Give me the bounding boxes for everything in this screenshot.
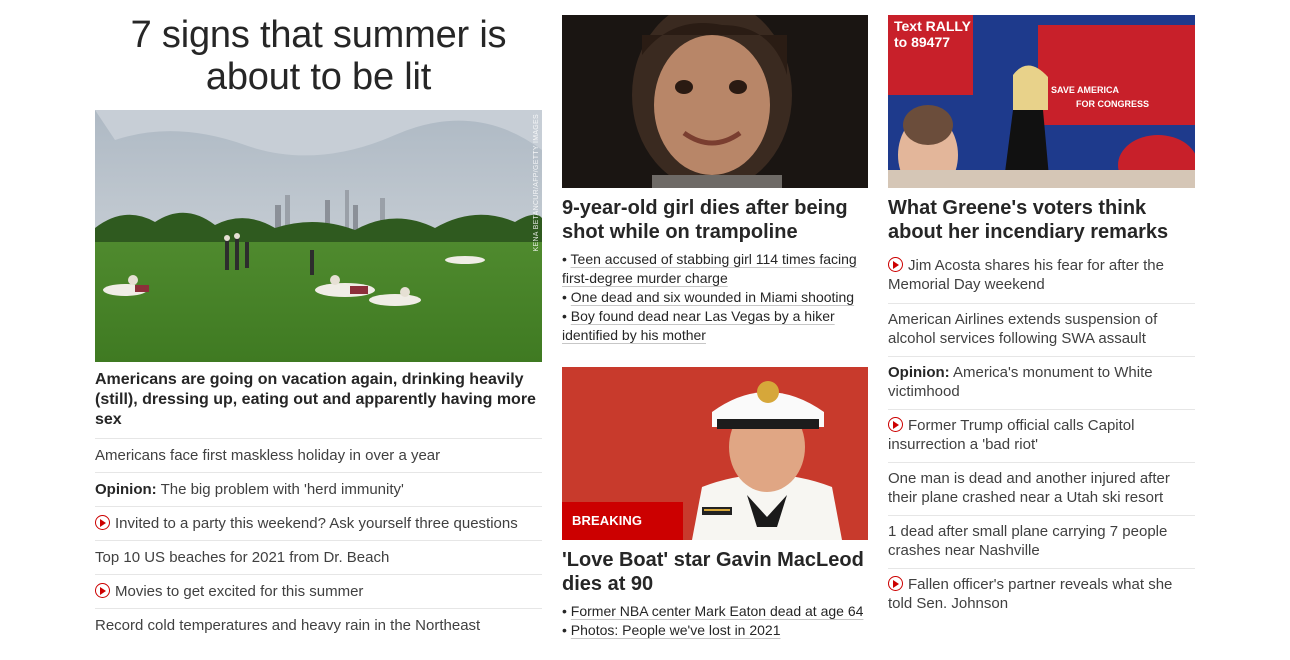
lead-headline[interactable]: Americans are going on vacation again, d… bbox=[95, 370, 542, 438]
related-link-text[interactable]: Photos: People we've lost in 2021 bbox=[571, 622, 781, 638]
related-link[interactable]: • Photos: People we've lost in 2021 bbox=[562, 621, 868, 640]
list-item-text[interactable]: Record cold temperatures and heavy rain … bbox=[95, 617, 480, 634]
zone-right: Text RALLY to 89477 SAVE AMERICA FOR CON… bbox=[888, 0, 1195, 621]
list-item-text[interactable]: The big problem with 'herd immunity' bbox=[161, 481, 404, 498]
list-item[interactable]: Former Trump official calls Capitol insu… bbox=[888, 409, 1195, 462]
list-item-text[interactable]: Movies to get excited for this summer bbox=[115, 583, 363, 600]
list-item[interactable]: Opinion: America's monument to White vic… bbox=[888, 356, 1195, 409]
opinion-label: Opinion: bbox=[95, 481, 157, 498]
list-item[interactable]: Americans face first maskless holiday in… bbox=[95, 438, 542, 472]
right-headline-list: Jim Acosta shares his fear for after the… bbox=[888, 250, 1195, 621]
video-play-icon bbox=[888, 576, 903, 591]
related-link-text[interactable]: Teen accused of stabbing girl 114 times … bbox=[562, 251, 857, 286]
related-link-text[interactable]: Boy found dead near Las Vegas by a hiker… bbox=[562, 308, 835, 343]
related-link-text[interactable]: One dead and six wounded in Miami shooti… bbox=[571, 289, 854, 305]
zone-left: 7 signs that summer is about to be lit K… bbox=[95, 0, 542, 642]
related-link[interactable]: • Boy found dead near Las Vegas by a hik… bbox=[562, 307, 868, 345]
list-item-text[interactable]: Former Trump official calls Capitol insu… bbox=[888, 417, 1134, 453]
section-title-text[interactable]: 7 signs that summer is about to be lit bbox=[131, 14, 507, 98]
girl-image[interactable] bbox=[562, 15, 868, 188]
related-link[interactable]: • One dead and six wounded in Miami shoo… bbox=[562, 288, 868, 307]
list-item[interactable]: American Airlines extends suspension of … bbox=[888, 303, 1195, 356]
photo-credit: KENA BETANCUR/AFP/GETTY IMAGES bbox=[533, 114, 540, 252]
video-play-icon bbox=[888, 257, 903, 272]
girl-photo bbox=[562, 15, 868, 188]
sign-text: FOR CONGRESS bbox=[1076, 99, 1149, 109]
sign-text: to 89477 bbox=[894, 34, 950, 50]
list-item[interactable]: Record cold temperatures and heavy rain … bbox=[95, 608, 542, 642]
left-headline-list: Americans face first maskless holiday in… bbox=[95, 438, 542, 642]
related-link[interactable]: • Former NBA center Mark Eaton dead at a… bbox=[562, 602, 868, 621]
card1-related-list: • Teen accused of stabbing girl 114 time… bbox=[562, 250, 868, 345]
section-title[interactable]: 7 signs that summer is about to be lit bbox=[95, 14, 542, 98]
zone-middle: 9-year-old girl dies after being shot wh… bbox=[562, 0, 868, 640]
list-item-text[interactable]: American Airlines extends suspension of … bbox=[888, 311, 1157, 347]
list-item[interactable]: Fallen officer's partner reveals what sh… bbox=[888, 568, 1195, 621]
gavin-image[interactable]: BREAKING NEWS bbox=[562, 367, 868, 540]
list-item-text[interactable]: Americans face first maskless holiday in… bbox=[95, 447, 440, 464]
rally-image[interactable]: Text RALLY to 89477 SAVE AMERICA FOR CON… bbox=[888, 15, 1195, 188]
list-item-text[interactable]: Top 10 US beaches for 2021 from Dr. Beac… bbox=[95, 549, 389, 566]
card2-headline[interactable]: 'Love Boat' star Gavin MacLeod dies at 9… bbox=[562, 548, 868, 596]
video-play-icon bbox=[888, 417, 903, 432]
video-play-icon bbox=[95, 583, 110, 598]
card-headline[interactable]: What Greene's voters think about her inc… bbox=[888, 196, 1195, 244]
list-item[interactable]: Movies to get excited for this summer bbox=[95, 574, 542, 608]
video-play-icon bbox=[95, 515, 110, 530]
list-item-text[interactable]: Fallen officer's partner reveals what sh… bbox=[888, 576, 1172, 612]
sign-text: SAVE AMERICA bbox=[1051, 85, 1120, 95]
list-item[interactable]: Top 10 US beaches for 2021 from Dr. Beac… bbox=[95, 540, 542, 574]
list-item-text[interactable]: 1 dead after small plane carrying 7 peop… bbox=[888, 523, 1167, 559]
sign-text: Text RALLY bbox=[894, 18, 972, 34]
list-item-text[interactable]: Invited to a party this weekend? Ask you… bbox=[115, 515, 518, 532]
related-link[interactable]: • Teen accused of stabbing girl 114 time… bbox=[562, 250, 868, 288]
list-item[interactable]: Invited to a party this weekend? Ask you… bbox=[95, 506, 542, 540]
list-item[interactable]: One man is dead and another injured afte… bbox=[888, 462, 1195, 515]
card2-related-list: • Former NBA center Mark Eaton dead at a… bbox=[562, 602, 868, 640]
park-image[interactable]: KENA BETANCUR/AFP/GETTY IMAGES bbox=[95, 110, 542, 362]
breaking-news-badge: BREAKING NEWS bbox=[562, 502, 683, 540]
list-item[interactable]: 1 dead after small plane carrying 7 peop… bbox=[888, 515, 1195, 568]
rally-photo: Text RALLY to 89477 SAVE AMERICA FOR CON… bbox=[888, 15, 1195, 188]
related-link-text[interactable]: Former NBA center Mark Eaton dead at age… bbox=[571, 603, 864, 619]
list-item-text[interactable]: One man is dead and another injured afte… bbox=[888, 470, 1170, 506]
park-photo bbox=[95, 110, 542, 362]
list-item[interactable]: Opinion: The big problem with 'herd immu… bbox=[95, 472, 542, 506]
list-item-text[interactable]: Jim Acosta shares his fear for after the… bbox=[888, 257, 1164, 293]
card1-headline[interactable]: 9-year-old girl dies after being shot wh… bbox=[562, 196, 868, 244]
list-item[interactable]: Jim Acosta shares his fear for after the… bbox=[888, 250, 1195, 303]
opinion-label: Opinion: bbox=[888, 364, 950, 381]
